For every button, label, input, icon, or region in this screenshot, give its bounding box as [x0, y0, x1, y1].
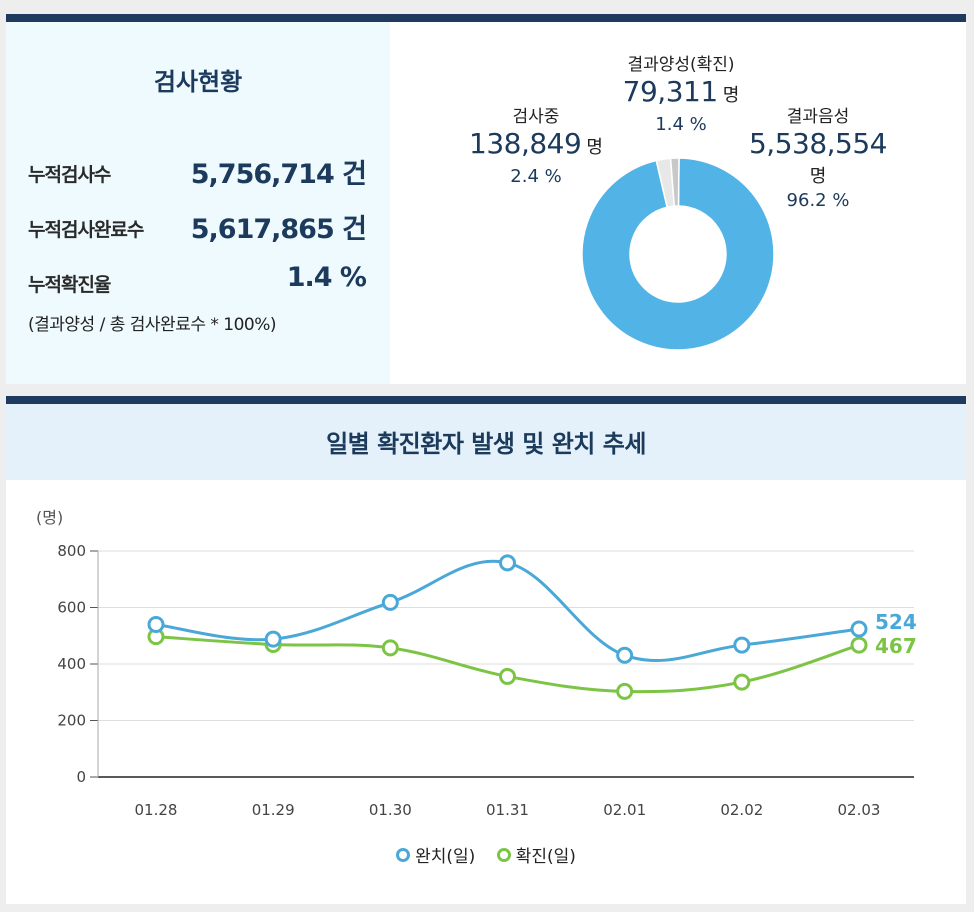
- data-point-series-2[interactable]: [499, 667, 516, 685]
- data-point-series-1[interactable]: [850, 620, 868, 638]
- daily-trend-line-chart: (명) 0 200 400 600 800 01.28 01.29 01.30 01.31 02.0…: [36, 508, 917, 819]
- end-value-label-series-2: 467: [875, 634, 917, 658]
- trend-title: 일별 확진환자 발생 및 완치 추세: [326, 430, 646, 458]
- y-tick-label: 400: [57, 655, 86, 673]
- positive-rate-formula: (결과양성 / 총 검사완료수 * 100%): [28, 315, 277, 335]
- cumulative-tests-label: 누적검사수: [28, 164, 111, 186]
- legend-marker-recovered: [396, 847, 411, 862]
- testing-pct: 2.4 %: [510, 166, 562, 187]
- positive-count: 79,311: [622, 75, 718, 108]
- data-point-series-1[interactable]: [733, 636, 751, 654]
- legend-label-recovered: 완치(일): [415, 847, 476, 867]
- x-tick-label: 01.30: [369, 801, 412, 819]
- legend-item-recovered[interactable]: 완치(일): [396, 842, 475, 867]
- negative-name: 결과음성: [786, 107, 850, 127]
- testing-count: 138,849: [469, 127, 582, 160]
- panel-top-bar: [6, 14, 966, 22]
- testing-unit: 명: [586, 137, 603, 158]
- negative-pct: 96.2 %: [786, 190, 850, 211]
- status-title: 검사현황: [153, 68, 243, 96]
- donut-label-positive: 결과양성(확진) 79,311 명 1.4 %: [596, 50, 766, 135]
- panel-top-bar: [6, 396, 966, 404]
- testing-name: 검사중: [512, 107, 560, 127]
- positive-rate-label: 누적확진율: [28, 274, 111, 296]
- y-axis-unit-label: (명): [36, 508, 63, 527]
- data-point-series-1[interactable]: [147, 615, 165, 633]
- data-point-series-2[interactable]: [381, 639, 399, 657]
- data-point-series-1[interactable]: [616, 646, 634, 664]
- data-point-series-1[interactable]: [499, 554, 516, 572]
- data-point-series-1[interactable]: [264, 630, 282, 648]
- x-tick-label: 01.28: [135, 801, 178, 819]
- data-point-series-2[interactable]: [616, 682, 634, 700]
- positive-name: 결과양성(확진): [627, 55, 735, 75]
- cumulative-completed-label: 누적검사완료수: [28, 219, 144, 241]
- cumulative-tests-value: 5,756,714 건: [190, 159, 367, 190]
- donut-label-negative: 결과음성 5,538,554 명 96.2 %: [748, 102, 888, 211]
- legend-marker-confirmed: [496, 847, 511, 862]
- positive-unit: 명: [722, 85, 740, 106]
- trend-panel: 일별 확진환자 발생 및 완치 추세 (명) 0 200 400 600 800 01.28…: [6, 396, 966, 904]
- status-summary-box: 검사현황 누적검사수 5,756,714 건 누적검사완료수 5,617,865…: [6, 22, 390, 384]
- end-value-label-series-1: 524: [875, 610, 917, 634]
- donut-label-testing: 검사중 138,849 명 2.4 %: [466, 102, 606, 187]
- legend-item-confirmed[interactable]: 확진(일): [496, 842, 576, 867]
- y-tick-label: 0: [76, 768, 86, 786]
- x-tick-label: 02.03: [838, 801, 881, 819]
- y-tick-label: 600: [57, 599, 86, 617]
- positive-pct: 1.4 %: [655, 114, 707, 135]
- positive-rate-value: 1.4 %: [286, 262, 367, 293]
- series-line-1: [155, 559, 860, 663]
- cumulative-completed-value: 5,617,865 건: [190, 214, 367, 245]
- y-tick-label: 200: [57, 712, 86, 730]
- negative-unit: 명: [809, 166, 827, 187]
- legend-label-confirmed: 확진(일): [515, 847, 576, 867]
- chart-legend: 완치(일) 확진(일): [6, 842, 966, 867]
- x-tick-label: 01.31: [486, 801, 529, 819]
- trend-header: 일별 확진환자 발생 및 완치 추세: [6, 404, 966, 480]
- data-point-series-2[interactable]: [733, 673, 751, 691]
- x-tick-label: 01.29: [252, 801, 295, 819]
- negative-count: 5,538,554: [748, 127, 888, 160]
- test-status-panel: 검사현황 누적검사수 5,756,714 건 누적검사완료수 5,617,865…: [6, 14, 966, 384]
- data-point-series-2[interactable]: [850, 636, 868, 654]
- data-point-series-1[interactable]: [381, 593, 399, 611]
- x-tick-label: 02.01: [603, 801, 646, 819]
- y-tick-label: 800: [57, 542, 86, 560]
- x-tick-label: 02.02: [720, 801, 763, 819]
